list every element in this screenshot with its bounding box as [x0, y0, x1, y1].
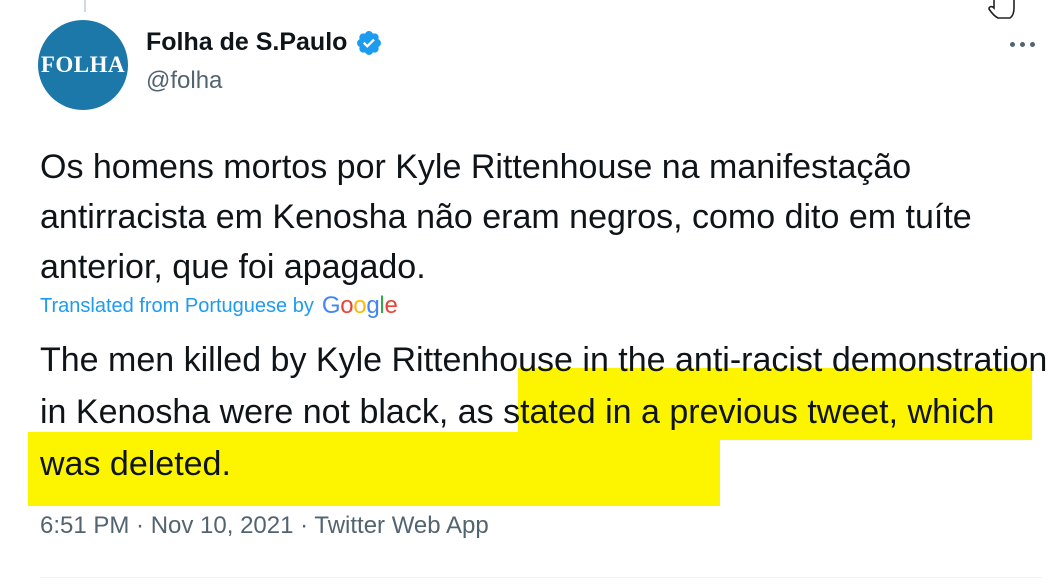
- dot: [1029, 41, 1035, 47]
- tweet-timestamp[interactable]: 6:51 PM · Nov 10, 2021 · Twitter Web App: [40, 512, 489, 540]
- more-options-icon[interactable]: [1002, 30, 1042, 58]
- translation-attribution: Translated from Portuguese by Google: [40, 292, 398, 320]
- avatar-logo-text: FOLHA: [40, 52, 126, 77]
- verified-badge-icon: [357, 30, 382, 55]
- author-handle[interactable]: @folha: [146, 67, 222, 95]
- tweet-card: FOLHA Folha de S.Paulo @folha Os homens …: [0, 0, 1058, 584]
- avatar[interactable]: FOLHA: [38, 20, 128, 110]
- google-logo-icon: Google: [321, 292, 398, 319]
- author-name-row: Folha de S.Paulo: [146, 28, 383, 57]
- translation-label[interactable]: Translated from Portuguese by: [40, 295, 314, 318]
- tweet-original-text: Os homens mortos por Kyle Rittenhouse na…: [40, 148, 972, 286]
- dot: [1019, 41, 1025, 47]
- divider: [40, 577, 1042, 578]
- hand-cursor-icon: [988, 0, 1015, 19]
- author-display-name[interactable]: Folha de S.Paulo: [146, 28, 347, 57]
- tweet-translated-text: The men killed by Kyle Rittenhouse in th…: [40, 334, 1050, 490]
- dot: [1009, 41, 1015, 47]
